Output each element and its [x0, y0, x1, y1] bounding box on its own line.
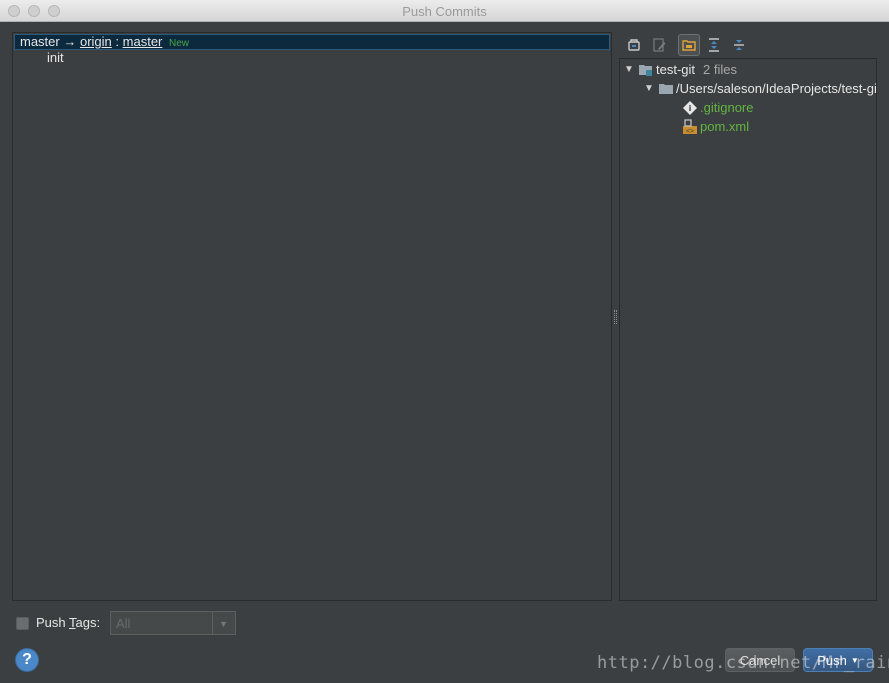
push-target-row[interactable]: master → origin : master New [14, 34, 610, 50]
local-branch: master [20, 34, 60, 49]
svg-text:<>: <> [686, 127, 694, 135]
chevron-down-icon: ▼ [219, 619, 228, 629]
svg-text:i: i [689, 104, 692, 113]
root-name: test-git [656, 62, 696, 77]
gitignore-icon: i [682, 100, 698, 116]
file-name: pom.xml [700, 119, 750, 134]
chevron-down-icon[interactable]: ▼ [624, 64, 638, 75]
folder-path: /Users/saleson/IdeaProjects/test-git [676, 81, 877, 96]
file-name: .gitignore [700, 100, 754, 115]
file-count: 2 files [703, 62, 737, 77]
push-button[interactable]: Push ▼ [803, 648, 873, 672]
module-icon [638, 62, 654, 78]
dialog-footer: Push Tags: All ▼ ? Cancel Push ▼ http://b… [0, 601, 889, 683]
tree-file[interactable]: i .gitignore [682, 98, 753, 117]
push-tags-label[interactable]: Push Tags: [36, 615, 100, 630]
arrow: → [63, 34, 77, 49]
tree-folder[interactable]: ▼ /Users/saleson/IdeaProjects/test-git [644, 79, 877, 98]
commits-panel: master → origin : master New init [12, 32, 612, 601]
group-by-directory-icon[interactable] [678, 34, 700, 56]
title-bar: Push Commits [0, 0, 889, 22]
folder-icon [658, 81, 674, 97]
remote-link[interactable]: origin [80, 34, 112, 49]
collapse-all-icon[interactable] [728, 34, 750, 56]
chevron-down-icon[interactable]: ▼ [644, 83, 658, 94]
cancel-button[interactable]: Cancel [725, 648, 795, 672]
tags-dropdown-value: All [116, 616, 131, 631]
expand-all-icon[interactable] [703, 34, 725, 56]
dropdown-arrow-icon: ▼ [850, 655, 859, 665]
new-badge: New [169, 38, 190, 49]
tree-root[interactable]: ▼ test-git 2 files [624, 60, 737, 79]
target-branch-link[interactable]: master [123, 34, 163, 49]
edit-source-icon[interactable] [648, 34, 670, 56]
window-title: Push Commits [402, 4, 487, 19]
changes-toolbar [620, 32, 877, 56]
tree-file[interactable]: <> pom.xml [682, 117, 749, 136]
help-button[interactable]: ? [15, 648, 39, 672]
commit-item[interactable]: init [47, 50, 64, 65]
push-tags-checkbox[interactable] [16, 617, 29, 630]
splitter-handle[interactable] [614, 310, 617, 324]
maven-icon: <> [682, 118, 698, 135]
changed-files-tree: ▼ test-git 2 files ▼ /Users/saleson/Idea… [619, 58, 877, 601]
tags-dropdown[interactable]: All ▼ [110, 611, 236, 635]
branch-icon[interactable] [623, 34, 645, 56]
separator: : [115, 34, 120, 49]
